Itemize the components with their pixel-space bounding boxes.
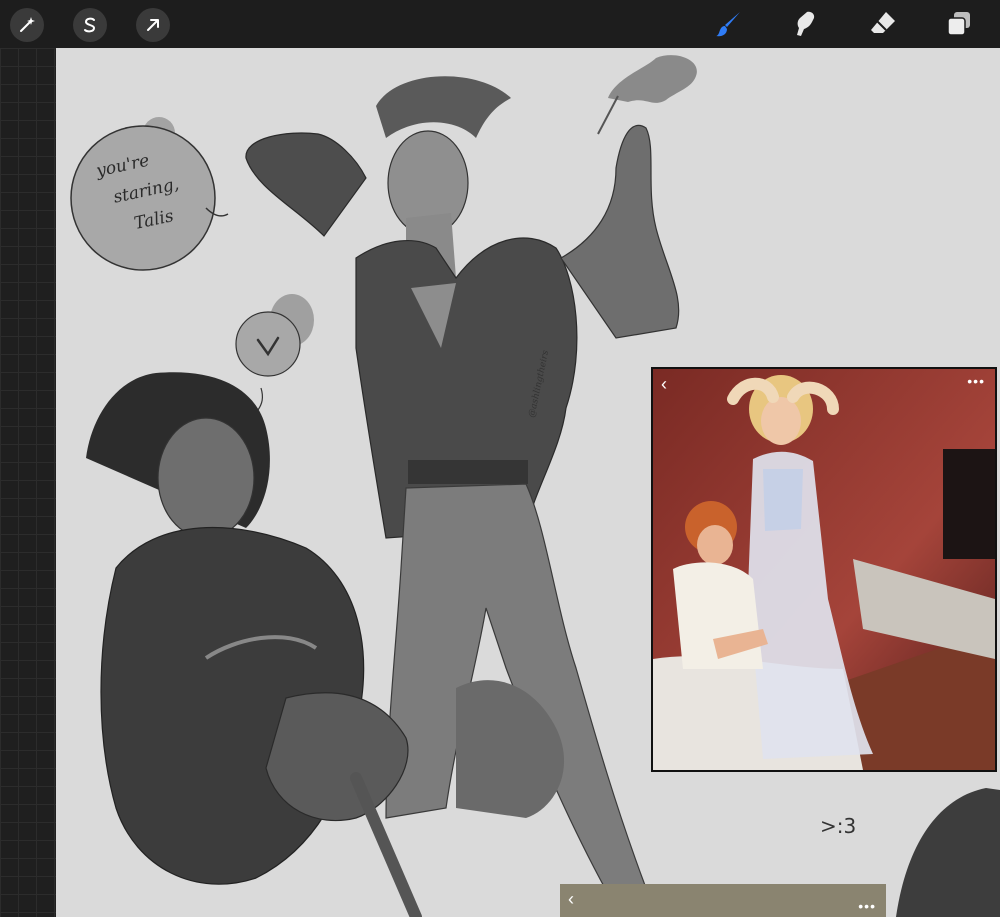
eraser-icon — [871, 12, 895, 33]
brush-icon — [716, 12, 740, 37]
eraser-tool-button[interactable] — [865, 6, 901, 42]
selection-s-icon — [84, 17, 96, 33]
arrow-cursor-icon — [147, 19, 159, 31]
reference-panel[interactable]: ‹ ••• — [651, 367, 997, 772]
partial-figure — [896, 788, 1000, 917]
brush-tool-button[interactable] — [711, 6, 747, 42]
selection-button[interactable] — [73, 8, 107, 42]
emoticon-text: >:3 — [820, 814, 857, 838]
reference2-back-button[interactable]: ‹ — [568, 890, 574, 908]
reference-image — [653, 369, 995, 770]
left-sidebar[interactable] — [0, 48, 56, 917]
layers-button[interactable] — [941, 6, 977, 42]
magic-wand-icon — [20, 17, 35, 32]
heart-bubble — [235, 311, 301, 377]
smudge-tool-button[interactable] — [787, 6, 823, 42]
adjustments-button[interactable] — [10, 8, 44, 42]
layers-icon — [947, 12, 970, 36]
smudge-finger-icon — [797, 11, 815, 36]
smoke — [608, 55, 697, 103]
reference2-more-button[interactable]: ••• — [858, 898, 876, 914]
reference-panel-2[interactable]: ‹ ••• — [560, 884, 886, 917]
transform-button[interactable] — [136, 8, 170, 42]
reference-back-button[interactable]: ‹ — [661, 375, 667, 393]
reference-more-button[interactable]: ••• — [967, 373, 985, 389]
top-toolbar — [0, 0, 1000, 48]
